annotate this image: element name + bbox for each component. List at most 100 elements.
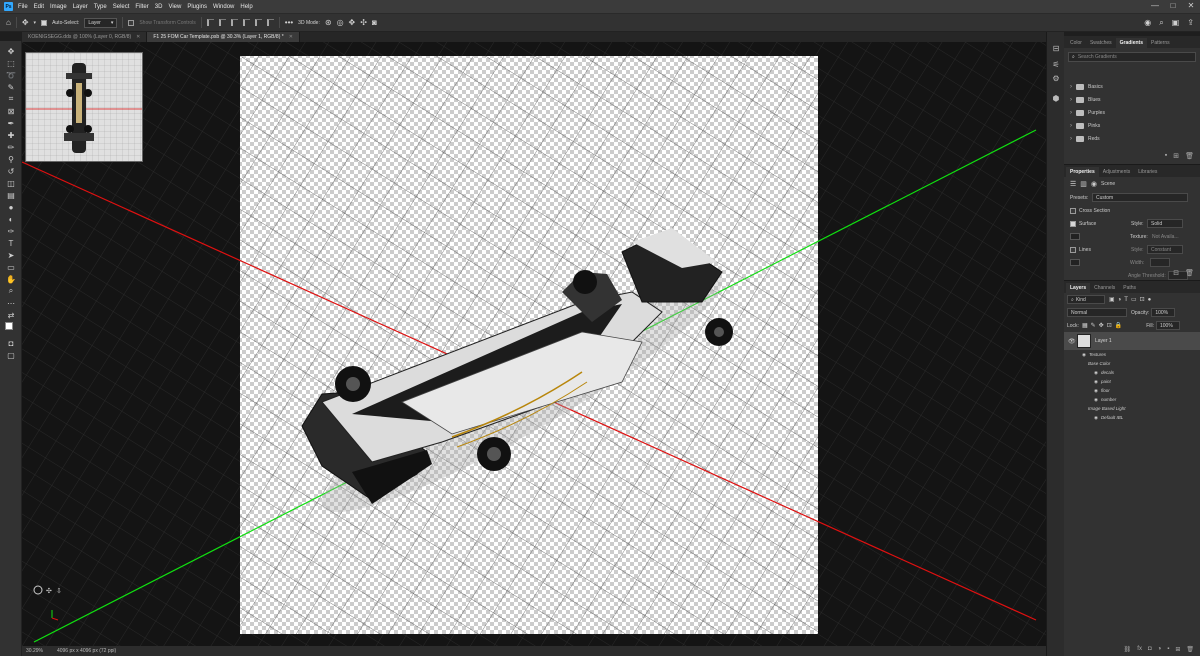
- visibility-eye-icon[interactable]: ◉: [1094, 388, 1098, 394]
- gradient-tool-icon[interactable]: ▤: [5, 189, 17, 201]
- cube-panel-icon[interactable]: ⬢: [1051, 94, 1061, 104]
- menu-window[interactable]: Window: [213, 4, 234, 10]
- trash-icon[interactable]: 🗑: [1185, 269, 1194, 277]
- align-right-icon[interactable]: [230, 19, 238, 26]
- surface-color-swatch[interactable]: [1070, 233, 1080, 240]
- layer-name[interactable]: Layer 1: [1095, 338, 1112, 344]
- tab-paths[interactable]: Paths: [1119, 283, 1140, 293]
- switch-colors-icon[interactable]: ⇄: [5, 309, 17, 321]
- zoom-tool-icon[interactable]: ⌕: [5, 285, 17, 297]
- more-tools-icon[interactable]: ⋯: [5, 297, 17, 309]
- lock-artboard-icon[interactable]: ⊡: [1107, 322, 1112, 329]
- home-icon[interactable]: ⌂: [6, 18, 11, 27]
- fx-icon[interactable]: fx: [1137, 646, 1142, 653]
- menu-help[interactable]: Help: [240, 4, 252, 10]
- new-group-icon[interactable]: ▪: [1165, 152, 1167, 160]
- pen-tool-icon[interactable]: ✑: [5, 225, 17, 237]
- share-icon[interactable]: ⇪: [1187, 18, 1194, 28]
- layer-effect-row[interactable]: ◉ decals: [1064, 368, 1200, 377]
- layer-effect-row[interactable]: ◉ number: [1064, 395, 1200, 404]
- new-layer-icon[interactable]: ⊞: [1175, 646, 1180, 653]
- new-group-icon[interactable]: ▪: [1167, 646, 1169, 653]
- align-center-icon[interactable]: [218, 19, 226, 26]
- 3d-scene[interactable]: ✣ ⇩: [22, 42, 1046, 646]
- 3d-pan-icon[interactable]: ✥: [349, 18, 356, 27]
- lock-pixels-icon[interactable]: ▦: [1082, 322, 1088, 329]
- trash-icon[interactable]: 🗑: [1186, 646, 1194, 653]
- auto-select-dropdown[interactable]: Layer ▾: [84, 17, 118, 28]
- photoshop-logo-icon[interactable]: Ps: [4, 2, 13, 11]
- align-top-icon[interactable]: [242, 19, 250, 26]
- eraser-tool-icon[interactable]: ◫: [5, 177, 17, 189]
- lines-color-swatch[interactable]: [1070, 259, 1080, 266]
- 3d-panel-icon[interactable]: ⚙: [1051, 74, 1061, 84]
- menu-filter[interactable]: Filter: [135, 4, 148, 10]
- layer-effect-row[interactable]: ◉ floor: [1064, 386, 1200, 395]
- tab-layers[interactable]: Layers: [1066, 283, 1091, 293]
- filter-toggle-icon[interactable]: ●: [1148, 297, 1152, 303]
- document-info[interactable]: 4096 px x 4096 px (72 ppi): [57, 648, 116, 654]
- healing-brush-tool-icon[interactable]: ✚: [5, 129, 17, 141]
- more-options-icon[interactable]: •••: [285, 18, 293, 27]
- tab-swatches[interactable]: Swatches: [1086, 38, 1116, 48]
- visibility-eye-icon[interactable]: ◉: [1094, 415, 1098, 421]
- menu-edit[interactable]: Edit: [34, 4, 44, 10]
- close-tab-icon[interactable]: ✕: [136, 34, 140, 40]
- align-left-icon[interactable]: [206, 19, 214, 26]
- close-tab-icon[interactable]: ✕: [289, 34, 293, 40]
- new-gradient-icon[interactable]: ⊞: [1173, 152, 1179, 160]
- quick-mask-icon[interactable]: ◘: [5, 337, 17, 349]
- navigator-thumbnail[interactable]: [25, 52, 143, 162]
- lines-checkbox[interactable]: [1070, 246, 1076, 253]
- path-selection-tool-icon[interactable]: ➤: [5, 249, 17, 261]
- tab-gradients[interactable]: Gradients: [1115, 38, 1147, 48]
- move-tool-icon[interactable]: ✥: [22, 18, 29, 27]
- 3d-orbit-icon[interactable]: ⊛: [325, 18, 332, 27]
- shape-tool-icon[interactable]: ▭: [5, 261, 17, 273]
- close-icon[interactable]: ✕: [1186, 1, 1196, 10]
- type-tool-icon[interactable]: T: [5, 237, 17, 249]
- render-icon[interactable]: ⊟: [1173, 269, 1179, 277]
- gradient-group[interactable]: › Pinks: [1064, 119, 1200, 132]
- minimize-icon[interactable]: —: [1150, 1, 1160, 10]
- 3d-roll-icon[interactable]: ◎: [337, 18, 344, 27]
- gradient-group[interactable]: › Purples: [1064, 106, 1200, 119]
- layer-effect-row[interactable]: ◉ paint: [1064, 377, 1200, 386]
- layer-mask-icon[interactable]: ◘: [1148, 646, 1152, 653]
- adjust-panel-icon[interactable]: ⚟: [1051, 60, 1061, 70]
- eyedropper-tool-icon[interactable]: ✒: [5, 117, 17, 129]
- adjustment-layer-icon[interactable]: ◑: [1158, 646, 1162, 653]
- tab-patterns[interactable]: Patterns: [1147, 38, 1174, 48]
- filter-type-icon[interactable]: T: [1124, 297, 1128, 303]
- 3d-slide-icon[interactable]: ✣: [360, 18, 367, 27]
- maximize-icon[interactable]: □: [1168, 1, 1178, 10]
- presets-dropdown[interactable]: Custom: [1092, 193, 1188, 202]
- gradients-search-input[interactable]: ⌕ Search Gradients: [1068, 52, 1196, 62]
- tab-libraries[interactable]: Libraries: [1134, 167, 1161, 177]
- zoom-level[interactable]: 30.29%: [26, 648, 43, 654]
- tab-color[interactable]: Color: [1066, 38, 1086, 48]
- layer-kind-dropdown[interactable]: ⌕ Kind: [1067, 295, 1105, 304]
- link-layers-icon[interactable]: ⛓: [1124, 646, 1132, 653]
- trash-icon[interactable]: 🗑: [1185, 152, 1194, 160]
- layer-effect-row[interactable]: Base Color: [1064, 359, 1200, 368]
- mesh-icon[interactable]: ▥: [1080, 180, 1087, 188]
- tab-koenigsegg[interactable]: KOENIGSEGG.dds @ 100% (Layer 0, RGB/8) ✕: [22, 32, 148, 42]
- menu-plugins[interactable]: Plugins: [187, 4, 207, 10]
- marquee-tool-icon[interactable]: ⬚: [5, 57, 17, 69]
- menu-file[interactable]: File: [18, 4, 28, 10]
- brush-tool-icon[interactable]: ✏: [5, 141, 17, 153]
- quick-selection-tool-icon[interactable]: ✎: [5, 81, 17, 93]
- surface-checkbox[interactable]: [1070, 220, 1076, 227]
- menu-3d[interactable]: 3D: [155, 4, 163, 10]
- visibility-eye-icon[interactable]: ◉: [1094, 379, 1098, 385]
- visibility-eye-icon[interactable]: ◉: [1094, 397, 1098, 403]
- foreground-color-swatch[interactable]: [5, 322, 13, 330]
- lock-move-icon[interactable]: ✥: [1099, 322, 1104, 329]
- align-middle-icon[interactable]: [254, 19, 262, 26]
- workspace-icon[interactable]: ▣: [1172, 18, 1180, 28]
- gradient-group[interactable]: › Blues: [1064, 93, 1200, 106]
- gradient-group[interactable]: › Reds: [1064, 132, 1200, 145]
- filter-pixel-icon[interactable]: ▣: [1109, 296, 1115, 303]
- filter-smart-icon[interactable]: ⊡: [1140, 296, 1145, 303]
